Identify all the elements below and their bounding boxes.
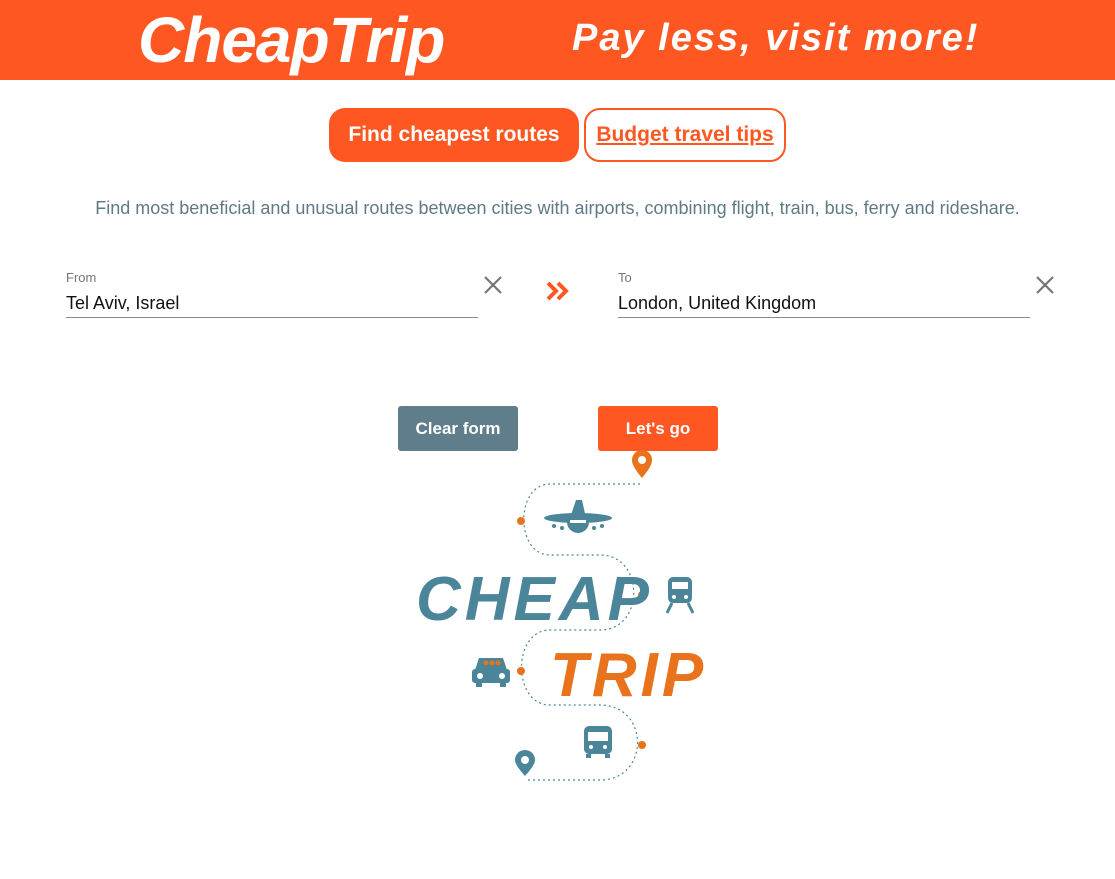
location-pin-icon: [632, 450, 652, 478]
from-field: From: [66, 268, 478, 320]
to-field: To: [618, 268, 1030, 320]
route-dot: [638, 741, 646, 749]
to-label: To: [618, 270, 632, 285]
clear-form-button[interactable]: Clear form: [398, 406, 518, 451]
car-icon: [472, 658, 510, 687]
train-icon: [665, 577, 695, 614]
from-label: From: [66, 270, 97, 285]
bus-icon: [584, 726, 612, 758]
slogan: Pay less, visit more!: [572, 17, 980, 59]
header: CheapTrip Pay less, visit more!: [0, 0, 1115, 80]
to-input[interactable]: [618, 290, 1030, 318]
illustration-word-trip: TRIP: [550, 641, 707, 710]
route-dot: [517, 667, 525, 675]
cheaptrip-illustration: CHEAP TRIP: [416, 450, 707, 781]
airplane-icon: [544, 500, 612, 533]
location-pin-icon: [515, 750, 535, 776]
tab-budget-travel-tips[interactable]: Budget travel tips: [584, 108, 786, 162]
illustration-word-cheap: CHEAP: [416, 565, 653, 634]
close-icon[interactable]: [478, 270, 508, 300]
lets-go-button[interactable]: Let's go: [598, 406, 718, 451]
page-description: Find most beneficial and unusual routes …: [95, 198, 1020, 218]
from-input[interactable]: [66, 290, 478, 318]
close-icon[interactable]: [1030, 270, 1060, 300]
route-dot: [517, 517, 525, 525]
site-logo[interactable]: CheapTrip: [138, 0, 445, 80]
page: CheapTrip Pay less, visit more! Find che…: [0, 0, 1115, 879]
tab-find-cheapest-routes[interactable]: Find cheapest routes: [329, 108, 579, 162]
double-chevron-right-icon: [546, 281, 569, 301]
